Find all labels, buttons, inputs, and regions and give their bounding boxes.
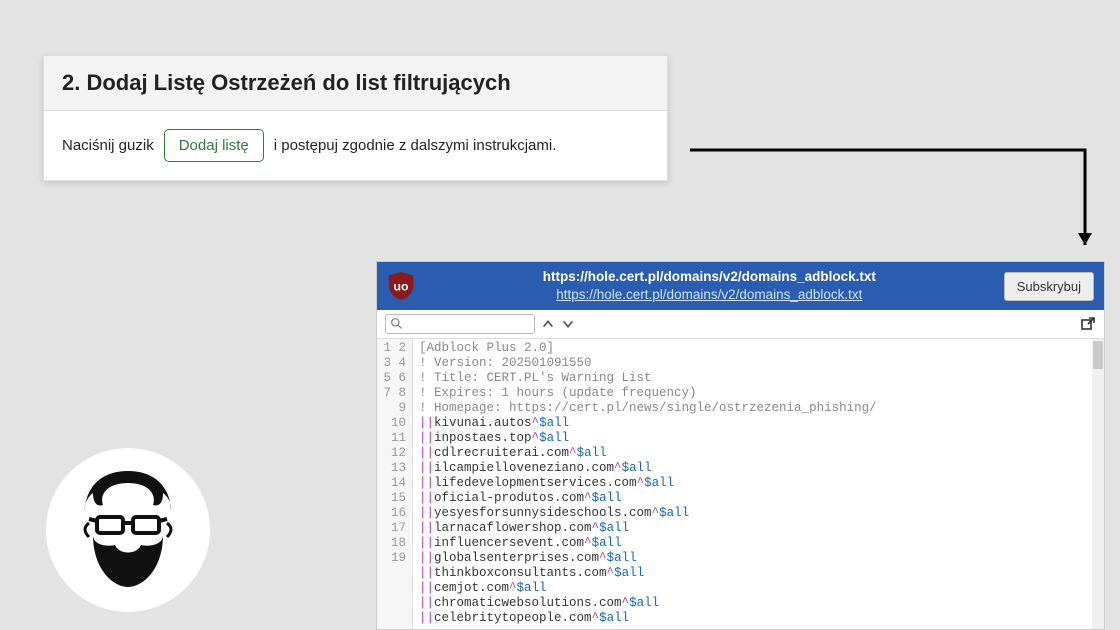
filter-source-panel: uo https://hole.cert.pl/domains/v2/domai…: [376, 261, 1105, 630]
panel-titlebar: uo https://hole.cert.pl/domains/v2/domai…: [377, 262, 1104, 310]
card-heading: 2. Dodaj Listę Ostrzeżeń do list filtruj…: [43, 55, 668, 111]
panel-title-text: https://hole.cert.pl/domains/v2/domains_…: [425, 268, 994, 304]
instruction-card: 2. Dodaj Listę Ostrzeżeń do list filtruj…: [43, 55, 668, 181]
code-viewer: 1 2 3 4 5 6 7 8 9 10 11 12 13 14 15 16 1…: [377, 339, 1104, 629]
avatar-illustration: [63, 465, 193, 595]
svg-text:uo: uo: [394, 280, 409, 294]
panel-url-main: https://hole.cert.pl/domains/v2/domains_…: [543, 269, 876, 284]
ublock-shield-icon: uo: [387, 271, 415, 301]
popout-icon[interactable]: [1080, 316, 1096, 332]
code-lines: [Adblock Plus 2.0] ! Version: 2025010915…: [413, 339, 1092, 629]
add-list-button[interactable]: Dodaj listę: [164, 129, 264, 162]
scrollbar-thumb[interactable]: [1093, 341, 1103, 369]
find-prev-icon[interactable]: [541, 317, 555, 331]
card-pretext: Naciśnij guzik: [62, 137, 154, 154]
subscribe-button[interactable]: Subskrybuj: [1004, 272, 1094, 301]
find-bar: [377, 310, 1104, 339]
search-input[interactable]: [385, 314, 535, 334]
card-body: Naciśnij guzik Dodaj listę i postępuj zg…: [43, 111, 668, 181]
find-next-icon[interactable]: [561, 317, 575, 331]
search-icon: [390, 317, 403, 330]
avatar: [48, 450, 208, 610]
panel-url-link[interactable]: https://hole.cert.pl/domains/v2/domains_…: [556, 287, 862, 302]
line-gutter: 1 2 3 4 5 6 7 8 9 10 11 12 13 14 15 16 1…: [377, 339, 413, 629]
card-posttext: i postępuj zgodnie z dalszymi instrukcja…: [274, 137, 557, 154]
scrollbar-track[interactable]: [1092, 339, 1104, 629]
flow-arrow: [690, 145, 1095, 265]
